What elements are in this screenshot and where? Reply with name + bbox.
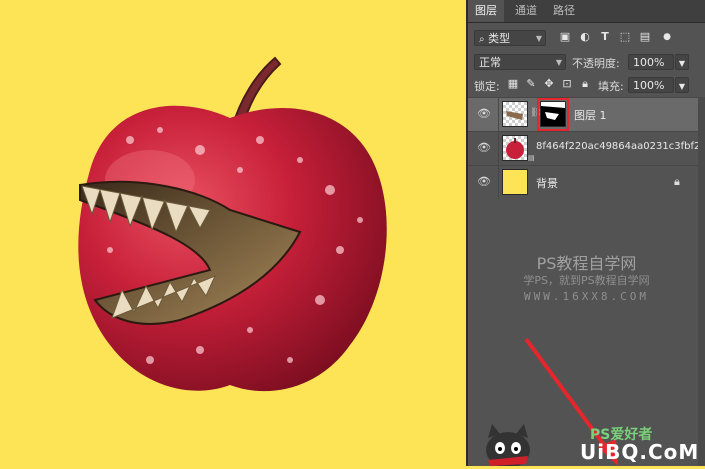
type-filter-icon[interactable]: T [598, 30, 612, 44]
highlight-box [537, 98, 569, 131]
layers-panel: 图层 通道 路径 ⌕ 类型 ▼ ▣ ◐ T ⬚ ▤ ● 正常 ▼ 不透明度: 1… [468, 0, 705, 468]
filter-kind-select[interactable]: ⌕ 类型 ▼ [474, 30, 546, 46]
opacity-label: 不透明度: [572, 57, 620, 70]
layer-row[interactable]: 👁︎ ⛓︎ 图层 1 [468, 97, 698, 131]
layer-name[interactable]: 8f464f220ac49864aa0231c3fbf21... [536, 141, 705, 152]
tab-paths[interactable]: 路径 [546, 0, 582, 22]
chevron-down-icon: ▼ [678, 82, 686, 91]
divider [498, 132, 499, 165]
filter-row: ⌕ 类型 ▼ ▣ ◐ T ⬚ ▤ ● [468, 28, 705, 50]
smart-object-filter-icon[interactable]: ▤ [638, 30, 652, 44]
blend-mode-select[interactable]: 正常 ▼ [474, 54, 566, 70]
eye-icon[interactable]: 👁︎ [477, 108, 491, 120]
lock-image-brush-icon[interactable]: ✎ [524, 77, 538, 91]
layer-thumbnail[interactable] [502, 169, 528, 195]
blend-mode-value: 正常 [479, 56, 501, 69]
opacity-dropdown[interactable]: ▼ [675, 54, 689, 70]
panel-tabs: 图层 通道 路径 [468, 0, 705, 23]
search-icon: ⌕ [479, 34, 485, 45]
layer-name[interactable]: 背景 [536, 175, 558, 191]
lock-transparent-icon[interactable]: ▦ [506, 77, 520, 91]
eye-icon[interactable]: 👁︎ [477, 142, 491, 154]
smart-object-icon: ▤ [528, 154, 535, 162]
layer-thumbnail[interactable] [502, 135, 528, 161]
apple-thumbnail-image [506, 138, 524, 159]
lock-all-icon[interactable]: 🔒︎ [578, 77, 592, 91]
fill-dropdown[interactable]: ▼ [675, 77, 689, 93]
filter-toggle-icon[interactable]: ● [660, 30, 674, 44]
apple-image [78, 56, 387, 392]
document-canvas[interactable] [0, 0, 466, 466]
chevron-down-icon: ▼ [535, 34, 542, 43]
lock-artboard-icon[interactable]: ⊡ [560, 77, 574, 91]
chevron-down-icon: ▼ [555, 58, 562, 67]
lock-position-move-icon[interactable]: ✥ [542, 77, 556, 91]
fill-input[interactable]: 100% [628, 77, 674, 93]
blend-row: 正常 ▼ 不透明度: 100% ▼ [468, 52, 705, 74]
tab-layers[interactable]: 图层 [468, 0, 504, 22]
chevron-down-icon: ▼ [678, 59, 686, 68]
divider [498, 166, 499, 199]
watermark-title: PS教程自学网 [536, 254, 637, 273]
shape-filter-icon[interactable]: ⬚ [618, 30, 632, 44]
watermark-subtitle: 学PS，就到PS教程自学网 [523, 274, 650, 287]
filter-kind-value: 类型 [488, 32, 511, 45]
layer-row[interactable]: 👁︎ ▤ 8f464f220ac49864aa0231c3fbf21... [468, 131, 705, 165]
adjustment-filter-icon[interactable]: ◐ [578, 30, 592, 44]
fill-label: 填充: [598, 80, 624, 93]
eye-icon[interactable]: 👁︎ [477, 176, 491, 188]
lock-label: 锁定: [474, 80, 500, 93]
cat-mascot-logo [478, 420, 538, 468]
layer-thumbnail[interactable] [502, 101, 528, 127]
footer-site-text: UiBQ.CoM [580, 440, 700, 464]
divider [498, 98, 499, 131]
lock-icon: 🔒︎ [674, 175, 680, 188]
fill-value: 100% [633, 79, 665, 92]
layer-row[interactable]: 👁︎ 背景 🔒︎ [468, 165, 698, 199]
opacity-input[interactable]: 100% [628, 54, 674, 70]
lock-row: 锁定: ▦ ✎ ✥ ⊡ 🔒︎ 填充: 100% ▼ [468, 75, 705, 98]
layer-thumbnail-image [506, 111, 523, 120]
image-filter-icon[interactable]: ▣ [558, 30, 572, 44]
watermark-url: WWW.16XX8.COM [523, 290, 650, 303]
tab-channels[interactable]: 通道 [508, 0, 544, 22]
opacity-value: 100% [633, 56, 665, 69]
layer-name[interactable]: 图层 1 [574, 107, 607, 123]
